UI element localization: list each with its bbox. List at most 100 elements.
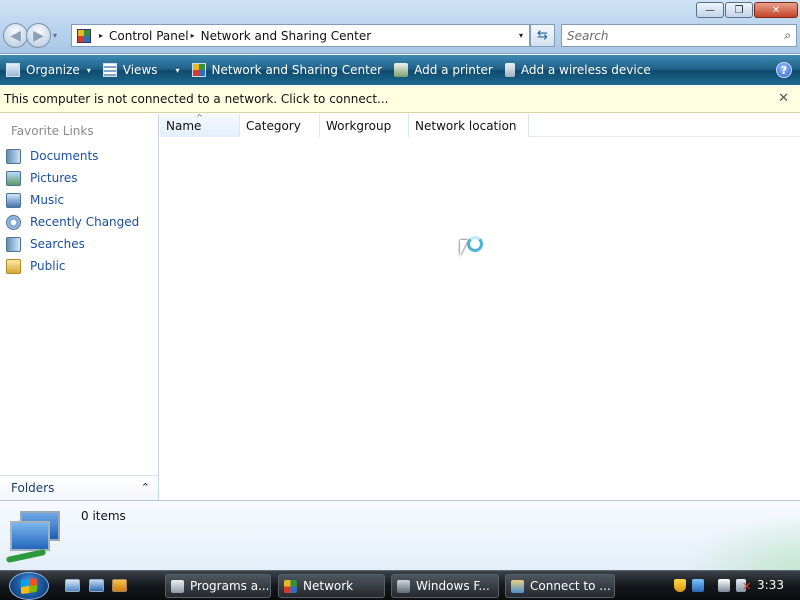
decorative-swoosh [660,501,800,570]
command-bar: Organize ▾ Views ▾ Network and Sharing C… [0,55,800,85]
network-disconnected-icon[interactable] [718,579,730,592]
show-desktop-icon[interactable] [65,579,80,592]
minimize-button[interactable]: — [696,2,724,18]
busy-cursor-icon [460,236,488,262]
taskbar-button-windows-firewall[interactable]: Windows F... [391,574,499,598]
sidebar-item-pictures[interactable]: Pictures [6,167,139,189]
network-and-sharing-center-label: Network and Sharing Center [211,63,383,77]
sort-ascending-icon: ^ [196,113,203,122]
navigation-buttons: ◀ ▶ ▾ [3,23,57,48]
refresh-button[interactable]: ⇆ [530,24,555,47]
control-panel-icon [77,28,91,43]
taskbar-button-network[interactable]: Network [278,574,385,598]
views-icon [102,63,117,77]
column-header-label: Network location [415,118,517,133]
folders-toggle[interactable]: Folders ⌃ [0,475,158,500]
file-list[interactable]: ^ Name Category Workgroup Network locati… [160,113,800,500]
items-count: 0 items [81,509,126,523]
column-header-label: Category [246,118,301,133]
help-icon[interactable]: ? [776,62,792,78]
taskbar: Programs a... Network Windows F... Conne… [0,570,800,600]
address-bar[interactable]: ▸ Control Panel ▸ Network and Sharing Ce… [71,24,530,47]
wireless-device-icon [504,63,515,77]
info-bar[interactable]: This computer is not connected to a netw… [0,86,800,113]
breadcrumb-network-and-sharing-center[interactable]: Network and Sharing Center [201,29,372,43]
breadcrumb-separator-icon[interactable]: ▸ [99,31,103,40]
chevron-down-icon: ▾ [86,65,91,75]
breadcrumb-separator-icon[interactable]: ▸ [191,31,195,40]
add-printer-label: Add a printer [414,63,493,77]
organize-icon [6,63,20,77]
window-controls: — ❐ ✕ [695,2,798,18]
searches-icon [6,236,21,252]
recently-changed-icon [6,214,21,230]
add-printer-button[interactable]: Add a printer [388,55,499,85]
connect-icon [511,579,524,593]
network-cable-shape [5,548,47,564]
network-center-icon [191,63,206,77]
details-pane: 0 items [0,500,800,570]
favorite-links-list: Documents Pictures Music Recently Change… [6,145,139,277]
views-button[interactable]: Views ▾ [97,55,186,85]
sidebar-item-label: Public [30,259,66,273]
security-shield-icon[interactable] [674,579,686,592]
organize-button[interactable]: Organize ▾ [0,55,97,85]
column-headers: ^ Name Category Workgroup Network locati… [160,113,800,137]
media-player-icon[interactable] [112,579,127,592]
favorite-links-heading: Favorite Links [11,124,94,138]
recent-pages-dropdown[interactable]: ▾ [53,31,57,40]
network-and-sharing-center-button[interactable]: Network and Sharing Center [186,55,389,85]
chevron-up-icon[interactable]: ⌃ [141,481,150,494]
sidebar-item-label: Music [30,193,65,207]
sidebar-item-label: Documents [30,149,99,163]
column-header-name[interactable]: ^ Name [160,113,240,137]
sidebar-item-label: Recently Changed [30,215,140,229]
network-status-icon[interactable] [692,579,704,592]
documents-icon [6,148,21,164]
maximize-button[interactable]: ❐ [725,2,753,18]
start-button[interactable] [9,572,49,600]
printer-icon [394,63,409,77]
pictures-icon [6,170,21,186]
monitor-shape [10,521,50,551]
breadcrumb-control-panel[interactable]: Control Panel [109,29,189,43]
windows-logo-icon [21,577,37,595]
firewall-icon [397,579,410,593]
taskbar-button-label: Programs a... [190,579,270,593]
switch-windows-icon[interactable] [89,579,104,592]
add-wireless-device-button[interactable]: Add a wireless device [499,55,657,85]
column-header-network-location[interactable]: Network location [409,114,529,137]
sidebar-item-recently-changed[interactable]: Recently Changed [6,211,139,233]
network-computers-icon [5,509,66,565]
column-header-category[interactable]: Category [240,114,320,137]
search-box[interactable]: ⌕ [561,24,797,47]
column-header-workgroup[interactable]: Workgroup [320,114,409,137]
network-icon [284,579,297,593]
taskbar-button-programs[interactable]: Programs a... [165,574,271,598]
back-button[interactable]: ◀ [3,23,28,48]
sidebar-item-documents[interactable]: Documents [6,145,139,167]
taskbar-button-label: Windows F... [416,579,490,593]
error-badge-icon: ✕ [742,580,752,593]
forward-button[interactable]: ▶ [26,23,51,48]
search-icon[interactable]: ⌕ [784,28,791,43]
sidebar-item-label: Pictures [30,171,78,185]
navigation-pane: Favorite Links Documents Pictures Music … [0,114,159,500]
close-button[interactable]: ✕ [754,2,798,18]
programs-icon [171,579,184,593]
taskbar-button-label: Connect to ... [530,579,611,593]
sidebar-item-music[interactable]: Music [6,189,139,211]
address-dropdown-icon[interactable]: ▾ [519,31,523,40]
search-input[interactable] [567,28,767,43]
sidebar-item-searches[interactable]: Searches [6,233,139,255]
column-header-label: Workgroup [326,118,392,133]
add-wireless-device-label: Add a wireless device [520,63,651,77]
clock[interactable]: 3:33 [757,578,784,592]
close-icon[interactable]: ✕ [778,91,789,106]
taskbar-button-connect-to[interactable]: Connect to ... [505,574,615,598]
window-titlebar: — ❐ ✕ ◀ ▶ ▾ ▸ Control Panel ▸ Network an… [0,0,800,54]
info-bar-message[interactable]: This computer is not connected to a netw… [4,92,388,106]
taskbar-button-label: Network [303,579,354,593]
system-tray: ✕ 3:33 [670,571,800,600]
sidebar-item-public[interactable]: Public [6,255,139,277]
